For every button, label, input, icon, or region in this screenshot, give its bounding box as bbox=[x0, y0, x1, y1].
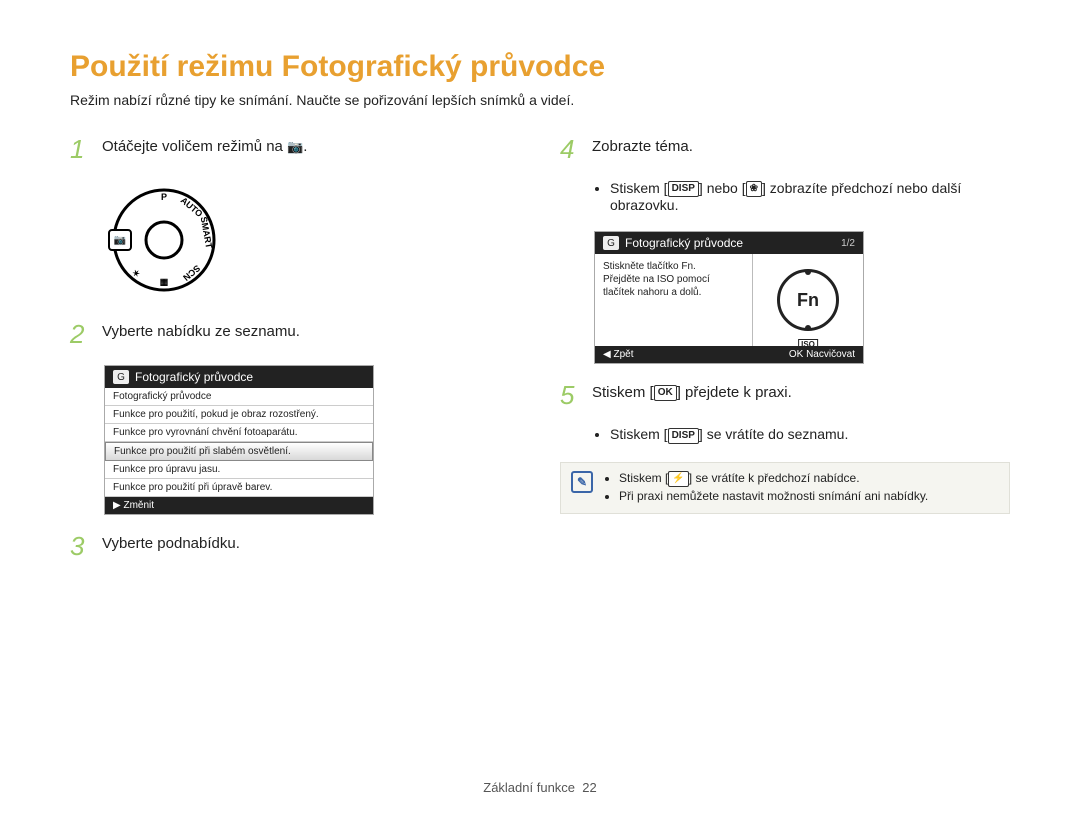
mode-dial: P AUTO SMART SCN ▦ ✶ 📷 bbox=[104, 180, 520, 303]
note-icon: ✎ bbox=[571, 471, 593, 493]
svg-text:▦: ▦ bbox=[160, 278, 169, 288]
step-4-bullet: Stiskem [DISP] nebo [❀] zobrazíte předch… bbox=[610, 180, 1010, 213]
guide-mode-icon: 📷 bbox=[287, 138, 303, 156]
step-2-text: Vyberte nabídku ze seznamu. bbox=[102, 321, 300, 342]
step-number-1: 1 bbox=[70, 136, 92, 162]
lcd-theme-line: tlačítek nahoru a dolů. bbox=[603, 286, 744, 299]
step-number-3: 3 bbox=[70, 533, 92, 559]
step-3-text: Vyberte podnabídku. bbox=[102, 533, 240, 554]
lcd2-page-indicator: 1/2 bbox=[841, 238, 855, 249]
lcd-footer-change: ▶ Změnit bbox=[113, 500, 154, 511]
step-number-5: 5 bbox=[560, 382, 582, 408]
step-1-text: Otáčejte voličem režimů na 📷. bbox=[102, 136, 307, 157]
lcd-theme-screen: G Fotografický průvodce 1/2 Stiskněte tl… bbox=[594, 231, 864, 364]
guide-icon: G bbox=[113, 370, 129, 384]
lcd-menu-row: Fotografický průvodce bbox=[105, 388, 373, 406]
step-number-4: 4 bbox=[560, 136, 582, 162]
svg-text:📷: 📷 bbox=[114, 235, 126, 246]
step-4-text: Zobrazte téma. bbox=[592, 136, 693, 157]
step-5-text: Stiskem [OK] přejdete k praxi. bbox=[592, 382, 792, 403]
step-number-2: 2 bbox=[70, 321, 92, 347]
lcd-theme-line: Stiskněte tlačítko Fn. bbox=[603, 260, 744, 273]
tip-line-2: Při praxi nemůžete nastavit možnosti sní… bbox=[619, 489, 928, 503]
lcd-menu-row: Funkce pro použití při slabém osvětlení. bbox=[105, 442, 373, 461]
lcd-header-title: Fotografický průvodce bbox=[135, 370, 253, 384]
guide-icon: G bbox=[603, 236, 619, 250]
lcd-menu-row: Funkce pro použití při úpravě barev. bbox=[105, 479, 373, 497]
tip-note: ✎ Stiskem [⚡] se vrátíte k předchozí nab… bbox=[560, 462, 1010, 514]
tip-line-1: Stiskem [⚡] se vrátíte k předchozí nabíd… bbox=[619, 471, 928, 487]
lcd2-practice: OK Nacvičovat bbox=[789, 349, 855, 360]
lcd-menu-row: Funkce pro použití, pokud je obraz rozos… bbox=[105, 406, 373, 424]
step-5-bullet: Stiskem [DISP] se vrátíte do seznamu. bbox=[610, 426, 1010, 443]
svg-text:P: P bbox=[161, 192, 167, 202]
iso-label: ISO bbox=[798, 339, 818, 350]
intro-text: Režim nabízí různé tipy ke snímání. Nauč… bbox=[70, 92, 1010, 108]
disp-key: DISP bbox=[668, 181, 699, 197]
lcd-menu-row: Funkce pro vyrovnání chvění fotoaparátu. bbox=[105, 424, 373, 442]
disp-key: DISP bbox=[668, 428, 699, 444]
lcd2-header-title: Fotografický průvodce bbox=[625, 236, 743, 250]
macro-key: ❀ bbox=[746, 181, 762, 197]
lcd-menu-screen: G Fotografický průvodce Fotografický prů… bbox=[104, 365, 374, 515]
lcd-theme-line: Přejděte na ISO pomocí bbox=[603, 273, 744, 286]
fn-dial-graphic: Fn ISO bbox=[777, 269, 839, 331]
ok-key: OK bbox=[654, 385, 677, 401]
lcd-menu-row: Funkce pro úpravu jasu. bbox=[105, 461, 373, 479]
page-title: Použití režimu Fotografický průvodce bbox=[70, 50, 1010, 84]
page-footer: Základní funkce 22 bbox=[0, 780, 1080, 795]
lcd2-back: ◀ Zpět bbox=[603, 349, 633, 360]
flash-key: ⚡ bbox=[668, 471, 688, 487]
